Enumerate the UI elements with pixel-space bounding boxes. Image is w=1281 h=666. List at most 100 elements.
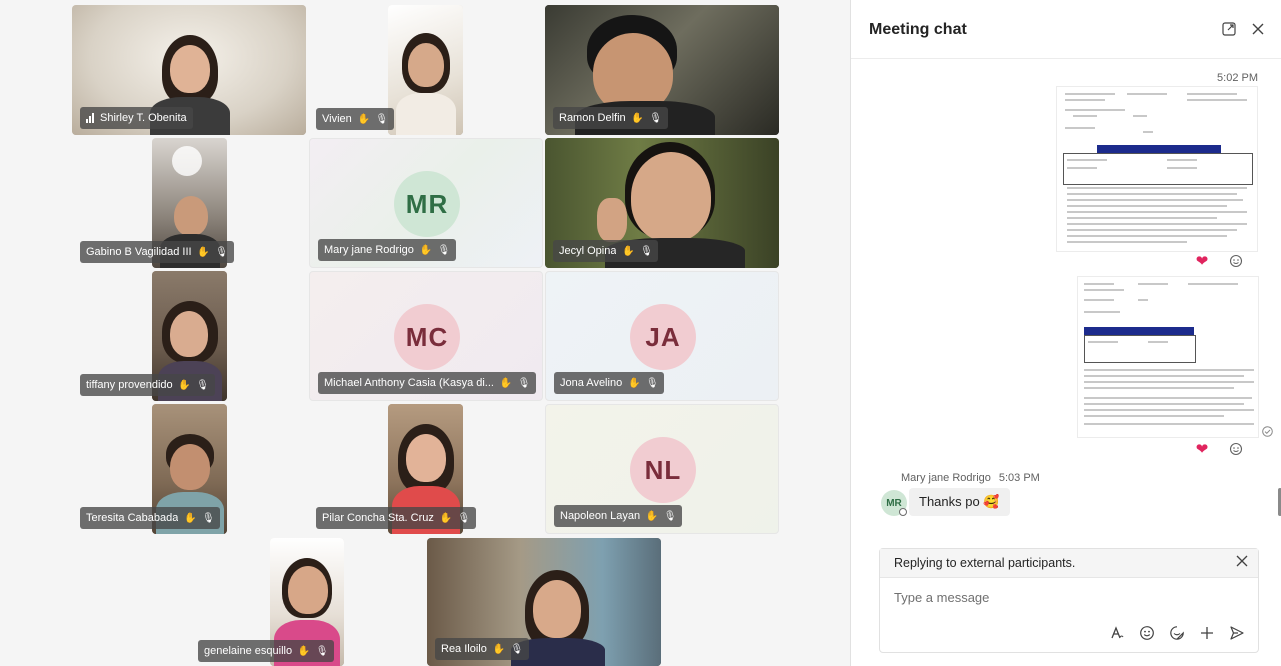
participant-label: Vivien ✋ 🎙 — [316, 108, 394, 130]
emoji: 🥰 — [983, 494, 1000, 509]
participant-tile-maryjane[interactable]: MR Mary jane Rodrigo ✋ 🎙 — [309, 138, 543, 268]
participant-name: Shirley T. Obenita — [100, 112, 187, 124]
participant-name: Ramon Delfin — [559, 112, 626, 124]
participant-name: Teresita Cababada — [86, 512, 179, 524]
participant-name: Vivien — [322, 113, 352, 125]
raised-hand-icon: ✋ — [645, 510, 659, 522]
participant-name: Napoleon Layan — [560, 510, 641, 522]
mic-off-icon: 🎙 — [517, 377, 531, 389]
participant-tile-jona[interactable]: JA Jona Avelino ✋ 🎙 — [545, 271, 779, 401]
raised-hand-icon: ✋ — [622, 245, 635, 257]
message-timestamp: 5:03 PM — [998, 472, 1040, 484]
raised-hand-icon: ✋ — [357, 113, 370, 125]
participant-name: Rea Iloilo — [441, 643, 487, 655]
raised-hand-icon: ✋ — [631, 112, 644, 124]
mic-off-icon: 🎙 — [375, 113, 389, 125]
raised-hand-icon: ✋ — [184, 512, 197, 524]
compose-box: Replying to external participants. — [879, 548, 1259, 653]
participant-name: Pilar Concha Sta. Cruz — [322, 512, 434, 524]
mic-off-icon: 🎙 — [645, 377, 659, 389]
meeting-chat-panel: Meeting chat 5:02 PM ❤ ❤ Mary jane Rodri… — [850, 0, 1281, 666]
participant-label: Gabino B Vagilidad III ✋ 🎙 — [80, 241, 234, 263]
participant-label: genelaine esquillo ✋ 🎙 — [198, 640, 335, 662]
raised-hand-icon: ✋ — [439, 512, 453, 524]
participant-name: Jona Avelino — [560, 377, 623, 389]
participant-tile-shirley[interactable]: Shirley T. Obenita — [72, 5, 306, 135]
participant-label: Mary jane Rodrigo ✋ 🎙 — [318, 239, 456, 261]
message-input[interactable] — [892, 587, 1236, 607]
participant-label: Napoleon Layan ✋ 🎙 — [554, 505, 683, 527]
participant-tile-napoleon[interactable]: NL Napoleon Layan ✋ 🎙 — [545, 404, 779, 534]
raised-hand-icon: ✋ — [492, 643, 506, 655]
participant-label: Shirley T. Obenita — [80, 107, 193, 129]
chat-header: Meeting chat — [851, 0, 1281, 59]
mic-off-icon: 🎙 — [457, 512, 471, 524]
mic-off-icon: 🎙 — [196, 379, 209, 391]
participant-label: Jecyl Opina ✋ 🎙 — [553, 240, 659, 262]
mic-off-icon: 🎙 — [510, 643, 524, 655]
participant-name: tiffany provendido — [86, 379, 173, 391]
message-timestamp: 5:02 PM — [1217, 72, 1258, 84]
mic-off-icon: 🎙 — [215, 246, 228, 258]
participant-name: Mary jane Rodrigo — [324, 244, 414, 256]
avatar: NL — [630, 437, 696, 503]
plus-icon[interactable] — [1198, 624, 1216, 642]
participant-tile-ramon[interactable]: Ramon Delfin ✋ 🎙 — [545, 5, 779, 135]
reply-banner-text: Replying to external participants. — [894, 556, 1076, 570]
sticker-icon[interactable] — [1168, 624, 1186, 642]
raised-hand-icon: ✋ — [297, 645, 311, 657]
popout-icon[interactable] — [1220, 20, 1238, 38]
mic-off-icon: 🎙 — [437, 244, 451, 256]
participant-label: Pilar Concha Sta. Cruz ✋ 🎙 — [316, 507, 476, 529]
chat-title: Meeting chat — [869, 21, 967, 38]
format-icon[interactable] — [1108, 624, 1126, 642]
emoji-icon[interactable] — [1138, 624, 1156, 642]
close-icon[interactable] — [1249, 20, 1267, 38]
presence-status-icon — [899, 508, 907, 516]
participant-label: Michael Anthony Casia (Kasya di... ✋ 🎙 — [318, 372, 536, 394]
video-stage: Shirley T. Obenita Vivien ✋ 🎙 Ramon Delf… — [0, 0, 850, 666]
message-text: Thanks po — [919, 494, 980, 509]
participant-label: Jona Avelino ✋ 🎙 — [554, 372, 665, 394]
add-reaction-icon[interactable] — [1225, 440, 1247, 458]
reply-banner: Replying to external participants. — [880, 549, 1258, 578]
mic-off-icon: 🎙 — [649, 112, 662, 124]
raised-hand-icon: ✋ — [627, 377, 641, 389]
raised-hand-icon: ✋ — [419, 244, 433, 256]
message-sender-line: Mary jane Rodrigo 5:03 PM — [901, 472, 1040, 484]
raised-hand-icon: ✋ — [197, 246, 210, 258]
add-reaction-icon[interactable] — [1225, 252, 1247, 270]
participant-tile-vivien[interactable] — [388, 5, 463, 135]
participant-label: Rea Iloilo ✋ 🎙 — [435, 638, 529, 660]
participant-name: Jecyl Opina — [559, 245, 617, 257]
shared-image-document[interactable] — [1056, 86, 1258, 252]
send-icon[interactable] — [1228, 624, 1246, 642]
participant-name: genelaine esquillo — [204, 645, 293, 657]
sender-name: Mary jane Rodrigo — [901, 472, 991, 484]
participant-tile-rea[interactable]: Rea Iloilo ✋ 🎙 — [427, 538, 661, 666]
participant-name: Michael Anthony Casia (Kasya di... — [324, 377, 494, 389]
read-receipt-icon — [1261, 425, 1273, 437]
shared-image-document[interactable] — [1077, 276, 1259, 438]
participant-label: tiffany provendido ✋ 🎙 — [80, 374, 215, 396]
mic-off-icon: 🎙 — [640, 245, 653, 257]
avatar: JA — [630, 304, 696, 370]
close-icon[interactable] — [1236, 554, 1248, 571]
avatar: MR — [394, 171, 460, 237]
participant-name: Gabino B Vagilidad III — [86, 246, 192, 258]
mic-off-icon: 🎙 — [202, 512, 215, 524]
participant-tile-jecyl[interactable]: Jecyl Opina ✋ 🎙 — [545, 138, 779, 268]
participant-label: Teresita Cababada ✋ 🎙 — [80, 507, 221, 529]
signal-icon — [86, 113, 94, 123]
chat-message-bubble[interactable]: Thanks po 🥰 — [909, 488, 1010, 516]
raised-hand-icon: ✋ — [499, 377, 513, 389]
participant-tile-michael[interactable]: MC Michael Anthony Casia (Kasya di... ✋ … — [309, 271, 543, 401]
heart-reaction-icon[interactable]: ❤ — [1191, 440, 1213, 458]
compose-toolbar — [1108, 624, 1246, 642]
participant-label: Ramon Delfin ✋ 🎙 — [553, 107, 668, 129]
mic-off-icon: 🎙 — [663, 510, 677, 522]
avatar: MC — [394, 304, 460, 370]
raised-hand-icon: ✋ — [178, 379, 191, 391]
heart-reaction-icon[interactable]: ❤ — [1191, 252, 1213, 270]
mic-off-icon: 🎙 — [315, 645, 329, 657]
